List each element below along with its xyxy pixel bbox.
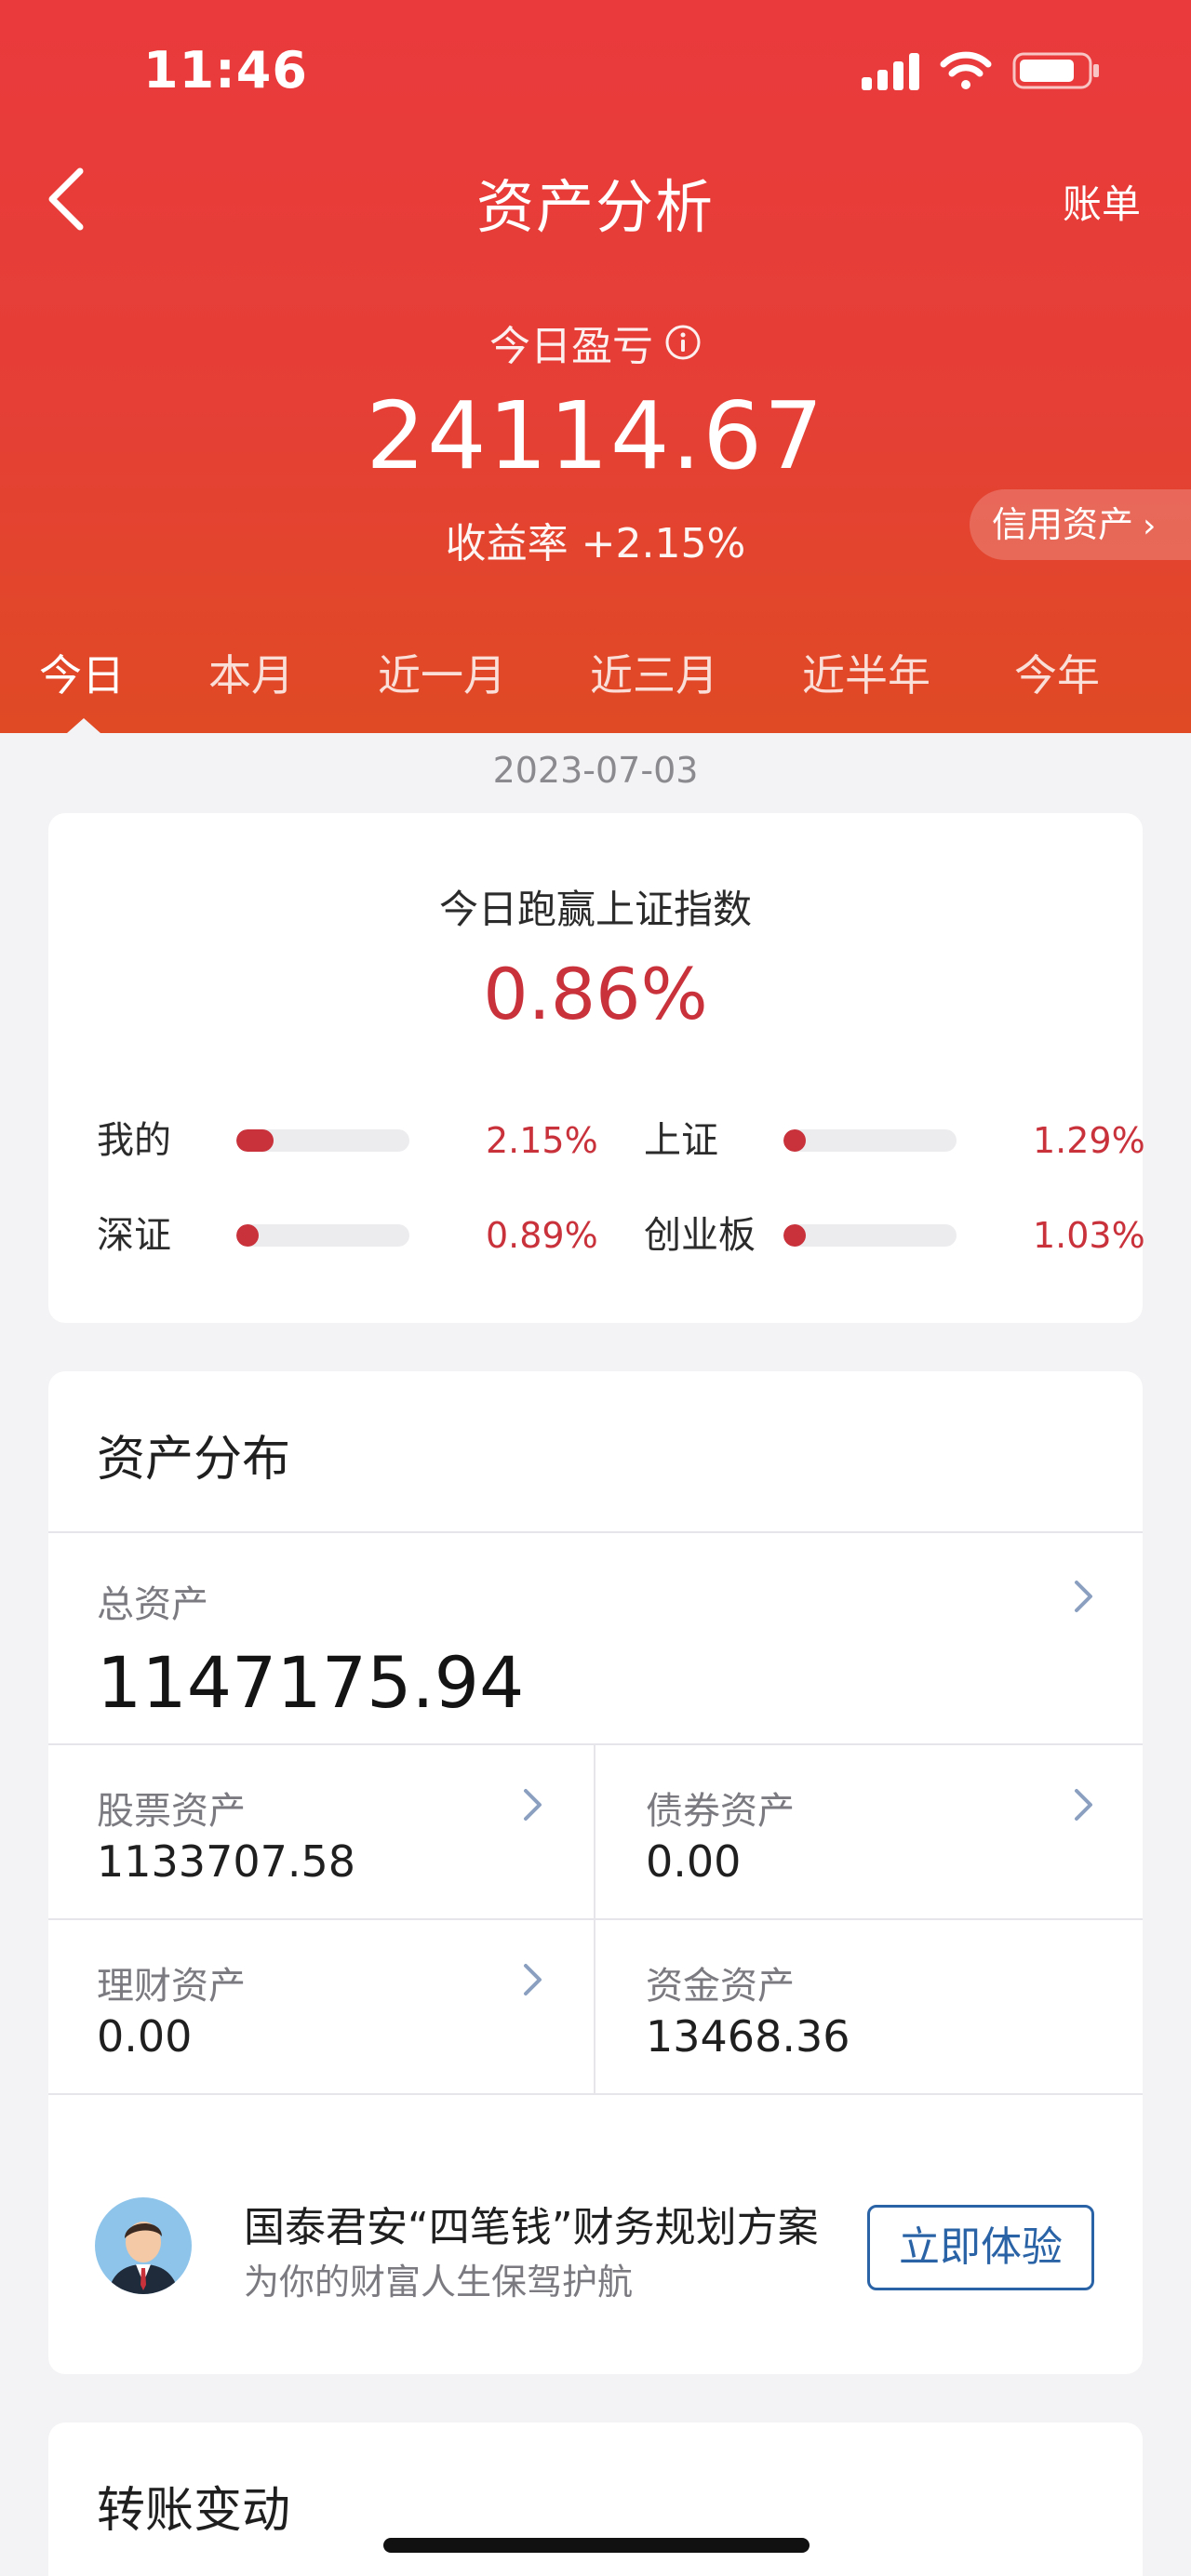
today-pl-label-text: 今日盈亏 <box>489 323 653 370</box>
asset-distribution-card: 资产分布 总资产 1147175.94 股票资产 1133707.58 债券资产… <box>48 1371 1143 2374</box>
tab-this-year[interactable]: 今年 <box>1014 642 1100 703</box>
promo-subtitle: 为你的财富人生保驾护航 <box>244 2262 634 2302</box>
info-icon[interactable] <box>664 324 702 361</box>
bond-assets-cell[interactable]: 债券资产 0.00 <box>596 1745 1143 1918</box>
comparison-value: 0.89% <box>486 1215 598 1256</box>
chevron-right-icon <box>524 1964 542 1995</box>
signal-icon <box>862 51 919 90</box>
bond-assets-value: 0.00 <box>646 1836 742 1887</box>
battery-icon <box>1012 50 1102 91</box>
total-assets-label: 总资产 <box>97 1583 208 1626</box>
comparison-name: 深证 <box>97 1214 171 1257</box>
comparison-name: 我的 <box>97 1119 171 1162</box>
cash-assets-cell: 资金资产 13468.36 <box>596 1920 1143 2093</box>
comparison-bar <box>236 1224 409 1247</box>
wealth-assets-label: 理财资产 <box>97 1965 246 2008</box>
comparison-value: 2.15% <box>486 1120 598 1161</box>
home-indicator <box>383 2538 810 2553</box>
transfer-changes-card: 转账变动 <box>48 2423 1143 2576</box>
comparison-item-sse: 上证 1.29% <box>644 1113 1146 1168</box>
tab-today[interactable]: 今日 <box>39 642 125 703</box>
tab-last-month[interactable]: 近一月 <box>378 642 506 703</box>
cash-assets-label: 资金资产 <box>646 1965 795 2008</box>
tab-last-half-year[interactable]: 近半年 <box>802 642 930 703</box>
bill-link[interactable]: 账单 <box>1063 173 1141 230</box>
comparison-bar-fill <box>236 1224 259 1247</box>
period-tabs: 今日 本月 近一月 近三月 近半年 今年 <box>0 642 1191 716</box>
comparison-row: 深证 0.89% 创业板 1.03% <box>48 1208 1146 1263</box>
credit-assets-label: 信用资产 <box>992 504 1134 545</box>
outperform-card: 今日跑赢上证指数 0.86% 我的 2.15% 上证 1.29% 深证 0.89… <box>48 813 1146 1323</box>
cash-assets-value: 13468.36 <box>646 2011 850 2062</box>
active-tab-indicator <box>67 718 100 733</box>
date-label: 2023-07-03 <box>492 750 699 791</box>
asset-analysis-page: 11:46 资产分析 账单 今日盈亏 24114.67 收益率 +2.15% 信… <box>0 0 1191 2576</box>
wealth-assets-cell[interactable]: 理财资产 0.00 <box>48 1920 594 2093</box>
comparison-bar <box>236 1129 409 1152</box>
credit-assets-button[interactable]: 信用资产 › <box>970 489 1191 560</box>
total-assets-value: 1147175.94 <box>97 1641 525 1724</box>
tab-last-three-months[interactable]: 近三月 <box>590 642 718 703</box>
comparison-name: 创业板 <box>644 1214 756 1257</box>
comparison-bar-fill <box>783 1224 806 1247</box>
chevron-right-icon <box>1075 1789 1092 1821</box>
outperform-title: 今日跑赢上证指数 <box>438 887 752 932</box>
status-icons <box>862 48 1102 93</box>
page-title: 资产分析 <box>475 173 715 241</box>
comparison-bar-fill <box>783 1129 806 1152</box>
try-now-button[interactable]: 立即体验 <box>867 2205 1094 2290</box>
stock-assets-label: 股票资产 <box>97 1790 246 1833</box>
comparison-value: 1.03% <box>1033 1215 1145 1256</box>
advisor-avatar <box>95 2197 192 2294</box>
tab-this-month[interactable]: 本月 <box>208 642 294 703</box>
comparison-row: 我的 2.15% 上证 1.29% <box>48 1113 1146 1168</box>
section-title: 转账变动 <box>97 2483 291 2539</box>
header-banner: 11:46 资产分析 账单 今日盈亏 24114.67 收益率 +2.15% 信… <box>0 0 1191 733</box>
bond-assets-label: 债券资产 <box>646 1790 795 1833</box>
chevron-right-icon <box>524 1789 542 1821</box>
comparison-value: 1.29% <box>1033 1120 1145 1161</box>
comparison-item-mine: 我的 2.15% <box>97 1113 599 1168</box>
section-title: 资产分布 <box>97 1432 291 1488</box>
chevron-right-icon <box>1075 1581 1092 1612</box>
today-pl-label: 今日盈亏 <box>0 313 1191 372</box>
divider <box>48 2093 1143 2095</box>
comparison-bar <box>783 1224 957 1247</box>
today-pl-value: 24114.67 <box>366 381 825 490</box>
wifi-icon <box>940 51 992 90</box>
comparison-bar-fill <box>236 1129 274 1152</box>
total-assets-row[interactable]: 总资产 1147175.94 <box>48 1533 1143 1743</box>
comparison-item-chinext: 创业板 1.03% <box>644 1208 1146 1263</box>
stock-assets-value: 1133707.58 <box>97 1836 356 1887</box>
status-time: 11:46 <box>143 41 308 100</box>
chevron-right-icon: › <box>1143 507 1157 545</box>
comparison-item-szse: 深证 0.89% <box>97 1208 599 1263</box>
wealth-assets-value: 0.00 <box>97 2011 193 2062</box>
stock-assets-cell[interactable]: 股票资产 1133707.58 <box>48 1745 594 1918</box>
promo-title: 国泰君安“四笔钱”财务规划方案 <box>244 2204 819 2251</box>
outperform-value: 0.86% <box>483 953 708 1035</box>
comparison-bar <box>783 1129 957 1152</box>
comparison-name: 上证 <box>644 1119 718 1162</box>
